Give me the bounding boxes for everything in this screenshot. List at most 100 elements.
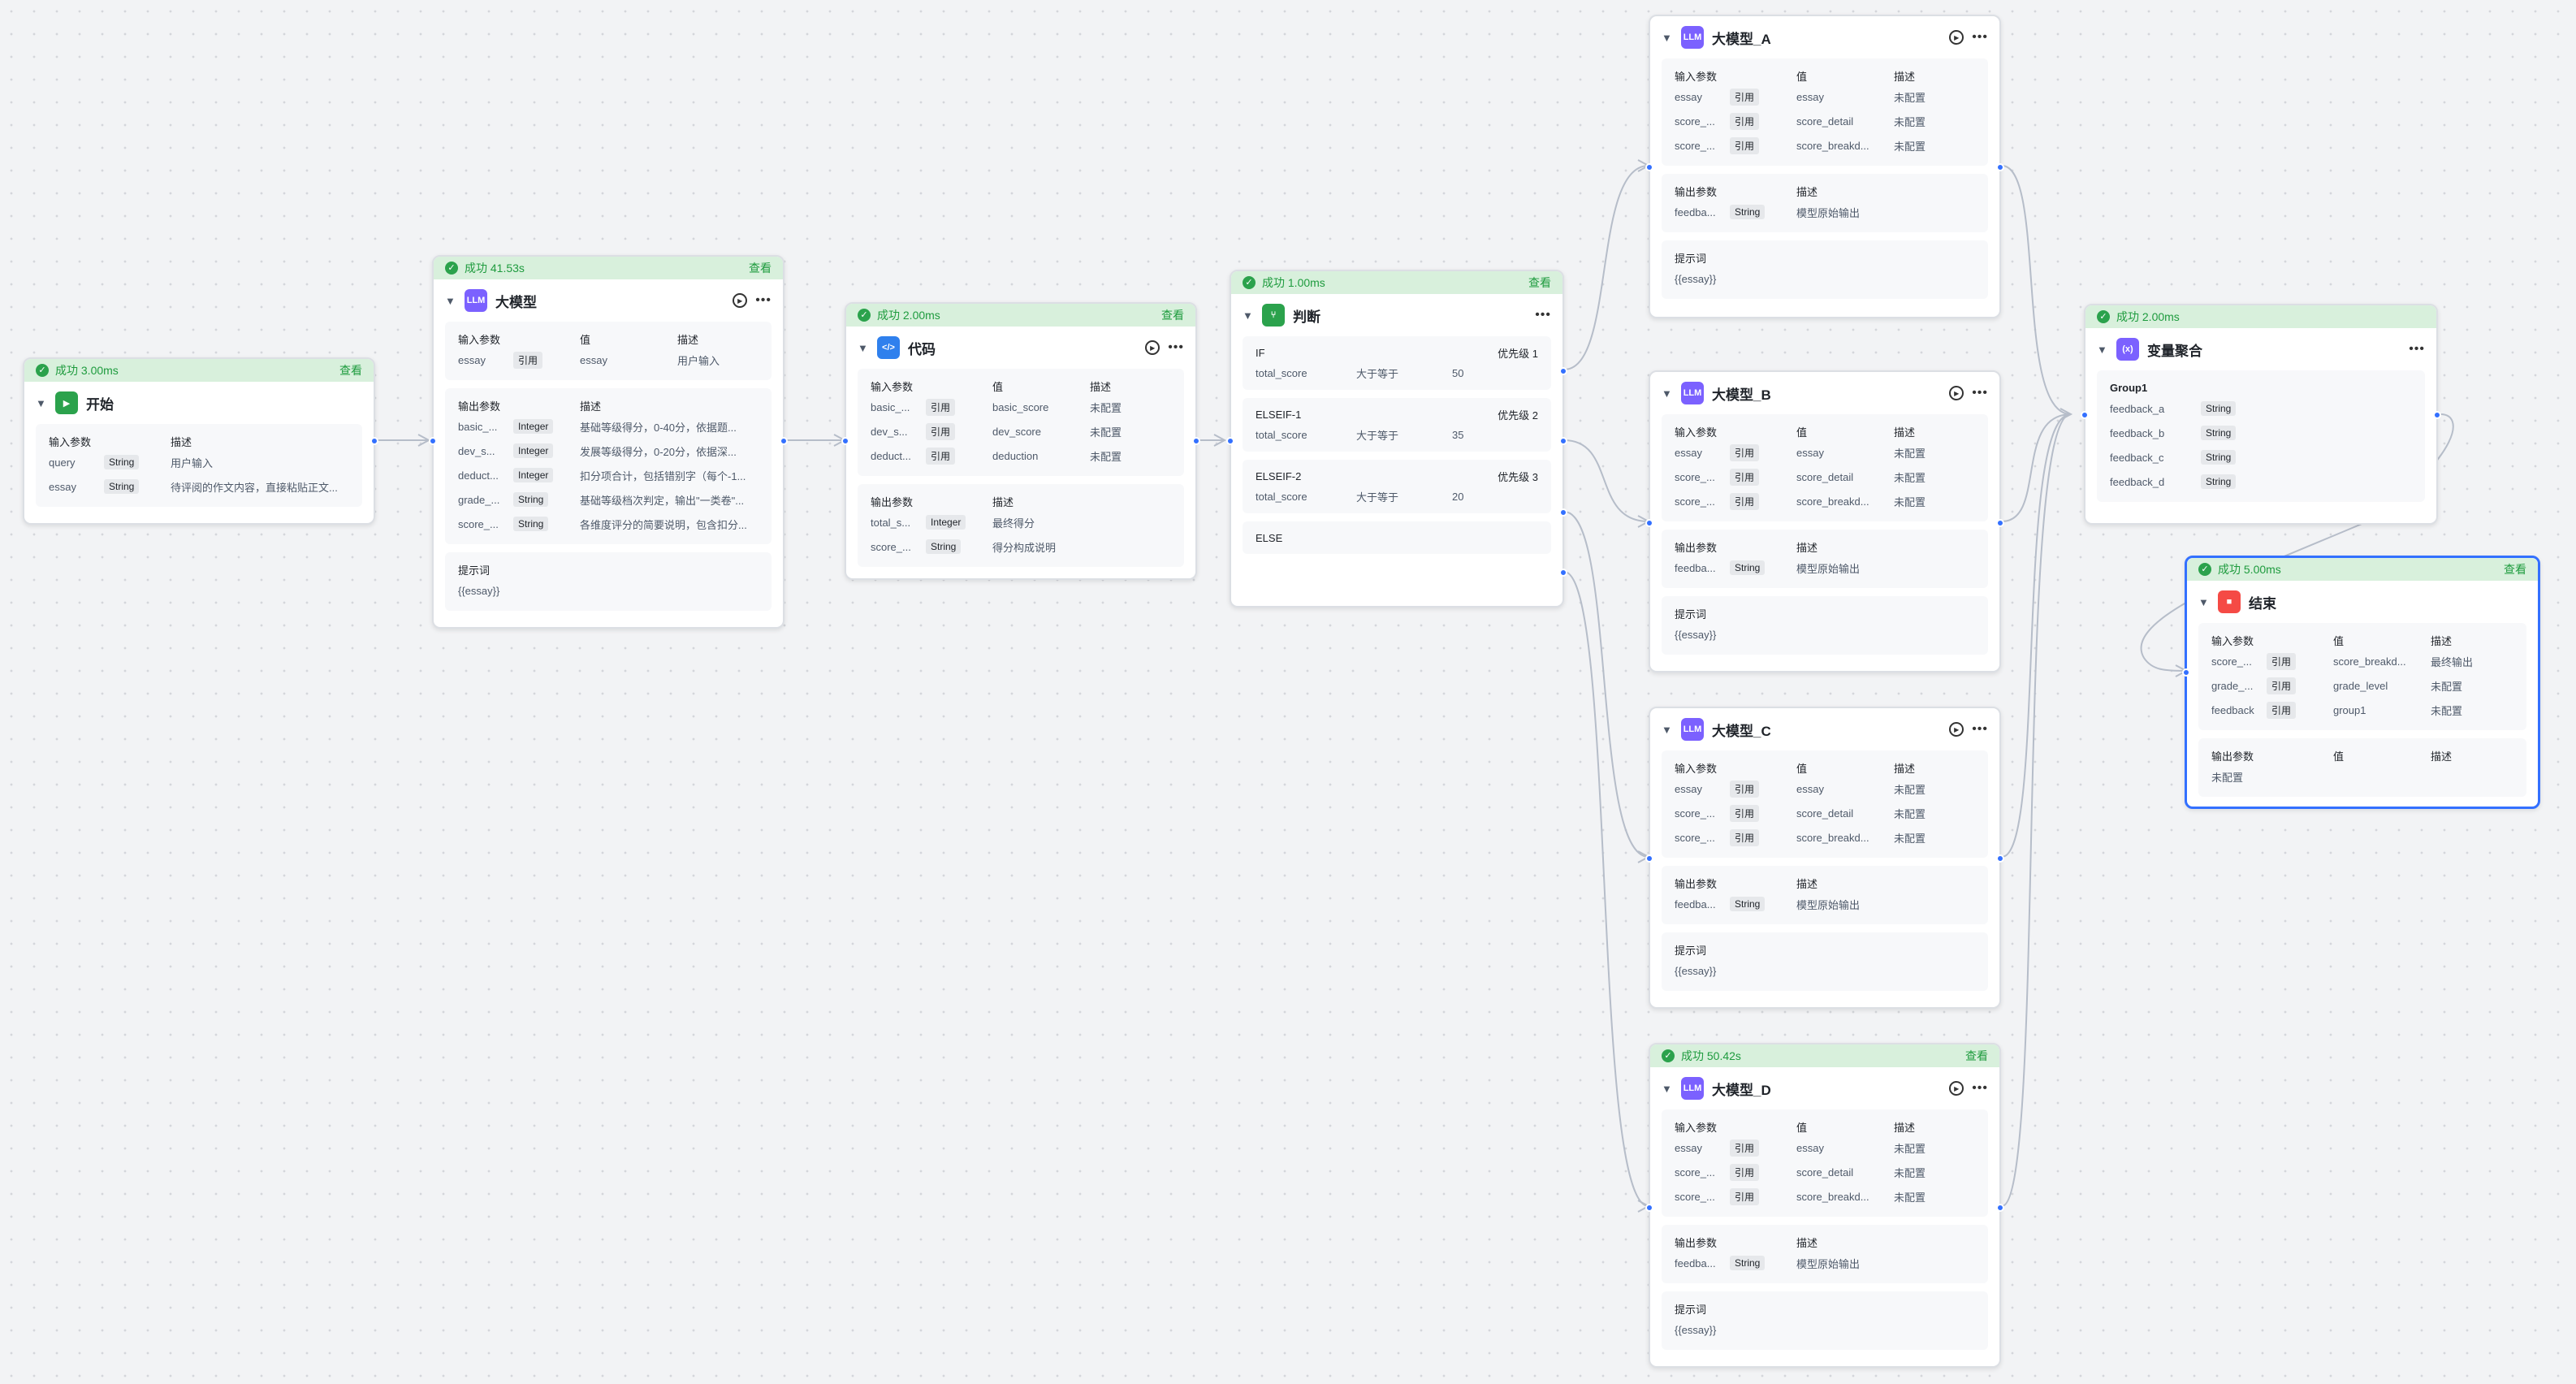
llm-node-d[interactable]: ✓ 成功 50.42s 查看 ▼ LLM 大模型_D ▶ ••• 输入参数值描述 e… bbox=[1645, 1043, 2004, 1368]
input-handle[interactable] bbox=[1226, 437, 1234, 445]
status-bar: ✓ 成功 5.00ms 查看 bbox=[2187, 558, 2538, 581]
param-desc: 模型原始输出 bbox=[1796, 1257, 1861, 1270]
status-text: 成功 50.42s bbox=[1681, 1049, 1741, 1062]
param-name: feedba... bbox=[1675, 897, 1716, 910]
input-params-section: 输入参数值描述 essay 引用 essay 未配置 score_... 引用 score… bbox=[1662, 58, 1988, 166]
run-node-icon[interactable]: ▶ bbox=[1949, 722, 1964, 737]
more-icon[interactable]: ••• bbox=[1535, 308, 1551, 322]
output-handle[interactable] bbox=[1996, 163, 2004, 171]
type-tag: String bbox=[1730, 205, 1766, 219]
chevron-down-icon[interactable]: ▼ bbox=[445, 295, 456, 307]
more-icon[interactable]: ••• bbox=[2409, 342, 2425, 357]
more-icon[interactable]: ••• bbox=[755, 293, 772, 308]
more-icon[interactable]: ••• bbox=[1972, 1081, 1988, 1096]
output-handle[interactable] bbox=[1996, 854, 2004, 863]
group-name: Group1 bbox=[2110, 381, 2148, 394]
output-handle[interactable] bbox=[1192, 437, 1200, 445]
run-node-icon[interactable]: ▶ bbox=[1145, 340, 1160, 355]
param-row: grade_... String 基础等级档次判定，输出"一类卷"... bbox=[458, 487, 759, 512]
input-handle[interactable] bbox=[2182, 668, 2190, 677]
status-bar: ✓ 成功 2.00ms bbox=[2085, 305, 2436, 328]
header-name: 输入参数 bbox=[2211, 634, 2254, 647]
input-handle[interactable] bbox=[841, 437, 849, 445]
output-handle[interactable] bbox=[2433, 411, 2441, 419]
cond-val: 35 bbox=[1452, 428, 1464, 441]
output-handle[interactable] bbox=[370, 437, 378, 445]
run-node-icon[interactable]: ▶ bbox=[733, 293, 748, 308]
chevron-down-icon[interactable]: ▼ bbox=[1662, 387, 1673, 400]
chevron-down-icon[interactable]: ▼ bbox=[1662, 724, 1673, 736]
run-node-icon[interactable]: ▶ bbox=[1949, 30, 1964, 45]
chevron-down-icon[interactable]: ▼ bbox=[1243, 309, 1254, 322]
condition-node[interactable]: ✓ 成功 1.00ms 查看 ▼ ⑂ 判断 ••• IF 优先级 1 total_s… bbox=[1226, 270, 1567, 608]
param-value: score_detail bbox=[1796, 115, 1854, 128]
param-desc: 未配置 bbox=[1090, 401, 1122, 414]
output-handle[interactable] bbox=[780, 437, 788, 445]
type-tag: String bbox=[2201, 401, 2237, 416]
chevron-down-icon[interactable]: ▼ bbox=[2097, 344, 2108, 356]
prompt-label: 提示词 bbox=[458, 564, 491, 577]
llm-node-c[interactable]: ▼ LLM 大模型_C ▶ ••• 输入参数值描述 essay 引用 essay 未配置… bbox=[1645, 707, 2004, 1009]
param-name: grade_... bbox=[2211, 679, 2254, 692]
input-handle[interactable] bbox=[1645, 519, 1653, 527]
group-var-row: feedback_c String bbox=[2110, 445, 2412, 469]
input-params-section: 输入参数 值 描述 score_... 引用 score_breakd... 最终输出 g… bbox=[2198, 623, 2526, 730]
chevron-down-icon[interactable]: ▼ bbox=[1662, 1083, 1673, 1095]
elseif2-output-handle[interactable] bbox=[1559, 508, 1567, 517]
input-handle[interactable] bbox=[2081, 411, 2089, 419]
param-name: feedba... bbox=[1675, 561, 1716, 574]
node-title: 变量聚合 bbox=[2147, 343, 2202, 359]
more-icon[interactable]: ••• bbox=[1972, 722, 1988, 737]
param-row: score_... 引用 score_detail 未配置 bbox=[1675, 465, 1975, 489]
llm-node-main[interactable]: ✓ 成功 41.53s 查看 ▼ LLM 大模型 ▶ ••• 输入参数值描述 ess… bbox=[429, 255, 788, 629]
view-details-link[interactable]: 查看 bbox=[339, 362, 362, 378]
llm-node-b[interactable]: ▼ LLM 大模型_B ▶ ••• 输入参数值描述 essay 引用 essay 未配置… bbox=[1645, 370, 2004, 673]
llm-icon: LLM bbox=[465, 289, 487, 312]
param-desc: 最终得分 bbox=[992, 517, 1035, 530]
ref-tag: 引用 bbox=[1730, 1187, 1760, 1205]
chevron-down-icon[interactable]: ▼ bbox=[2198, 596, 2210, 608]
type-tag: Integer bbox=[513, 468, 554, 482]
chevron-down-icon[interactable]: ▼ bbox=[1662, 32, 1673, 44]
code-node[interactable]: ✓ 成功 2.00ms 查看 ▼ </> 代码 ▶ ••• 输入参数值描述 basi… bbox=[841, 302, 1200, 580]
more-icon[interactable]: ••• bbox=[1972, 386, 1988, 400]
status-text: 成功 2.00ms bbox=[2116, 310, 2180, 323]
input-handle[interactable] bbox=[1645, 854, 1653, 863]
input-handle[interactable] bbox=[1645, 1204, 1653, 1212]
ref-tag: 引用 bbox=[1730, 804, 1760, 822]
run-node-icon[interactable]: ▶ bbox=[1949, 386, 1964, 400]
start-node[interactable]: ✓ 成功 3.00ms 查看 ▼ ▶ 开始 输入参数 描述 query String 用… bbox=[23, 357, 378, 525]
input-handle[interactable] bbox=[1645, 163, 1653, 171]
param-name: essay bbox=[49, 480, 76, 493]
param-row: total_s... Integer 最终得分 bbox=[871, 510, 1171, 534]
input-params-section: 输入参数 描述 query String 用户输入 essay String 待评阅的作文… bbox=[36, 424, 362, 507]
prompt-label: 提示词 bbox=[1675, 252, 1707, 265]
if-output-handle[interactable] bbox=[1559, 367, 1567, 375]
else-output-handle[interactable] bbox=[1559, 569, 1567, 577]
output-handle[interactable] bbox=[1996, 1204, 2004, 1212]
run-node-icon[interactable]: ▶ bbox=[1949, 1081, 1964, 1096]
view-details-link[interactable]: 查看 bbox=[1528, 275, 1551, 291]
view-details-link[interactable]: 查看 bbox=[749, 260, 772, 276]
header-desc: 描述 bbox=[2431, 634, 2453, 647]
param-name: dev_s... bbox=[871, 425, 908, 438]
end-node[interactable]: ✓ 成功 5.00ms 查看 ▼ ■ 结束 输入参数值描述 score_... 引用… bbox=[2182, 556, 2540, 809]
view-details-link[interactable]: 查看 bbox=[1161, 307, 1184, 323]
header-name: 输入参数 bbox=[871, 380, 914, 393]
input-params-section: 输入参数值描述 essay 引用 essay 未配置 score_... 引用 score… bbox=[1662, 414, 1988, 521]
variable-aggregate-node[interactable]: ✓ 成功 2.00ms ▼ (x) 变量聚合 ••• Group1 feedbac… bbox=[2081, 304, 2441, 525]
llm-node-a[interactable]: ▼ LLM 大模型_A ▶ ••• 输入参数值描述 essay 引用 essay 未配置… bbox=[1645, 15, 2004, 318]
param-name: essay bbox=[458, 353, 486, 366]
output-handle[interactable] bbox=[1996, 519, 2004, 527]
view-details-link[interactable]: 查看 bbox=[2504, 561, 2526, 577]
chevron-down-icon[interactable]: ▼ bbox=[858, 342, 869, 354]
type-tag: String bbox=[1730, 897, 1766, 911]
param-value: score_breakd... bbox=[1796, 831, 1869, 844]
elseif1-output-handle[interactable] bbox=[1559, 437, 1567, 445]
view-details-link[interactable]: 查看 bbox=[1965, 1048, 1988, 1064]
more-icon[interactable]: ••• bbox=[1972, 30, 1988, 45]
more-icon[interactable]: ••• bbox=[1168, 340, 1184, 355]
param-name: grade_... bbox=[458, 493, 500, 506]
input-handle[interactable] bbox=[429, 437, 437, 445]
chevron-down-icon[interactable]: ▼ bbox=[36, 397, 47, 409]
